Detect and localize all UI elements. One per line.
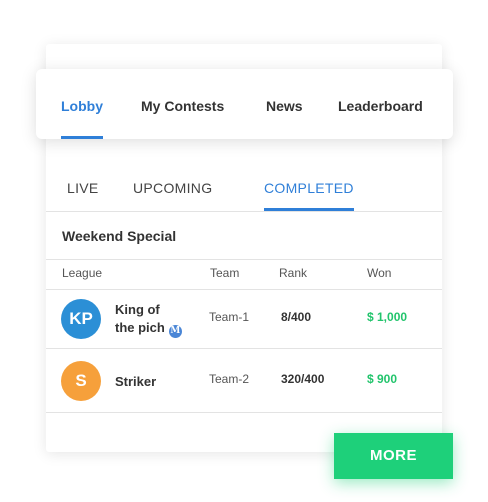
divider	[46, 412, 442, 413]
won-cell: $ 1,000	[367, 310, 408, 324]
avatar: KP	[61, 299, 101, 339]
league-name-line2: the pich	[115, 320, 165, 335]
subtab-live[interactable]: LIVE	[67, 180, 99, 196]
tab-my-contests[interactable]: My Contests	[141, 69, 224, 139]
team-cell: Team-1	[209, 310, 250, 324]
verified-badge-icon: M	[168, 325, 182, 338]
subtab-completed[interactable]: COMPLETED	[264, 180, 354, 196]
tab-news[interactable]: News	[266, 69, 303, 139]
section-title: Weekend Special	[62, 228, 177, 244]
rank-cell: 8/400	[281, 310, 312, 324]
league-name: Striker	[115, 374, 157, 389]
column-header-won: Won	[367, 266, 392, 280]
rank-cell: 320/400	[281, 372, 325, 386]
more-button[interactable]: MORE	[334, 433, 453, 479]
divider	[46, 259, 442, 260]
column-header-rank: Rank	[279, 266, 308, 280]
tab-lobby[interactable]: Lobby	[61, 69, 103, 139]
league-name-line1: King of	[115, 302, 160, 317]
team-cell: Team-2	[209, 372, 250, 386]
subtab-upcoming[interactable]: UPCOMING	[133, 180, 212, 196]
column-header-team: Team	[210, 266, 240, 280]
top-nav: Lobby My Contests News Leaderboard	[36, 69, 453, 139]
divider	[46, 289, 442, 290]
divider	[46, 348, 442, 349]
column-header-league: League	[62, 266, 103, 280]
divider	[46, 211, 442, 212]
tab-leaderboard[interactable]: Leaderboard	[338, 69, 423, 139]
avatar: S	[61, 361, 101, 401]
won-cell: $ 900	[367, 372, 398, 386]
league-name: King of the pich M	[115, 301, 182, 338]
